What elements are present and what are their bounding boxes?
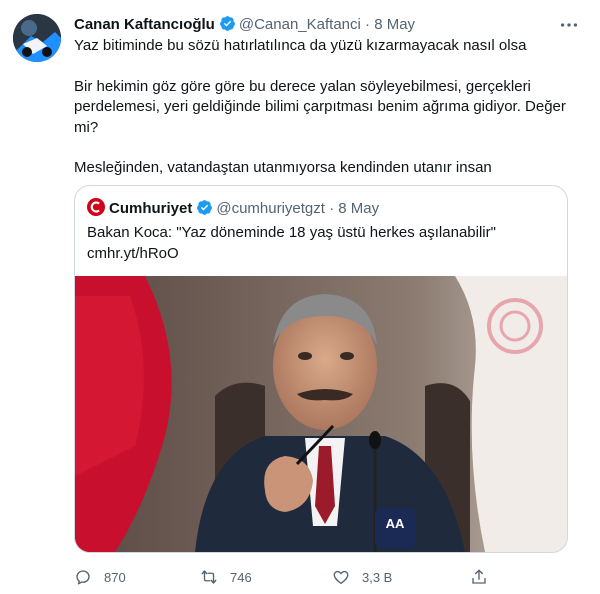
retweet-button[interactable]: 746 [200, 566, 252, 588]
reply-count: 870 [104, 569, 126, 585]
cumhuriyet-logo-icon [87, 198, 105, 216]
tweet-text-line: Bir hekimin göz göre göre bu derece yala… [74, 77, 566, 136]
more-options-icon[interactable] [558, 14, 580, 36]
tweet-text-line: Yaz bitiminde bu sözü hatırlatılınca da … [74, 37, 527, 54]
author-avatar[interactable] [13, 14, 61, 62]
quoted-tweet-image[interactable] [75, 276, 567, 552]
reply-button[interactable]: 870 [74, 566, 126, 588]
share-button[interactable] [470, 566, 500, 588]
tweet-header: Canan Kaftancıoğlu @Canan_Kaftanci · 8 Ma… [74, 14, 580, 36]
author-handle[interactable]: @Canan_Kaftanci [239, 16, 361, 33]
author-name[interactable]: Canan Kaftancıoğlu [74, 16, 215, 33]
quoted-date: 8 May [338, 200, 380, 217]
header-separator: · [365, 16, 371, 33]
retweet-count: 746 [230, 569, 252, 585]
heart-icon [333, 570, 349, 585]
like-button[interactable]: 3,3 B [332, 566, 392, 588]
quoted-separator: · [329, 200, 335, 217]
quoted-headline: Bakan Koca: "Yaz döneminde 18 yaş üstü h… [87, 224, 496, 241]
tweet[interactable]: Canan Kaftancıoğlu @Canan_Kaftanci · 8 Ma… [0, 0, 600, 594]
tweet-text: Yaz bitiminde bu sözü hatırlatılınca da … [74, 36, 574, 179]
retweet-icon [201, 570, 217, 584]
quoted-link[interactable]: cmhr.yt/hRoO [87, 243, 547, 264]
quoted-author-name[interactable]: Cumhuriyet [109, 200, 192, 217]
like-count: 3,3 B [362, 569, 393, 585]
quoted-tweet-header: Cumhuriyet @cumhuriyetgzt · 8 May [87, 198, 379, 220]
verified-badge-icon [219, 16, 235, 31]
verified-badge-icon [197, 200, 213, 215]
quoted-author-handle: @cumhuriyetgzt [216, 200, 325, 217]
share-icon [472, 569, 486, 584]
tweet-actions: 870 746 3,3 B [74, 566, 514, 588]
quoted-tweet[interactable]: Cumhuriyet @cumhuriyetgzt · 8 May Bakan K… [74, 185, 568, 553]
tweet-text-line: Mesleğinden, vatandaştan utanmıyorsa ken… [74, 159, 492, 176]
tweet-date[interactable]: 8 May [374, 16, 415, 33]
quoted-tweet-text: Bakan Koca: "Yaz döneminde 18 yaş üstü h… [87, 222, 547, 264]
avatar-image [13, 14, 61, 62]
reply-icon [76, 570, 90, 585]
aa-logo: AA [385, 516, 405, 531]
